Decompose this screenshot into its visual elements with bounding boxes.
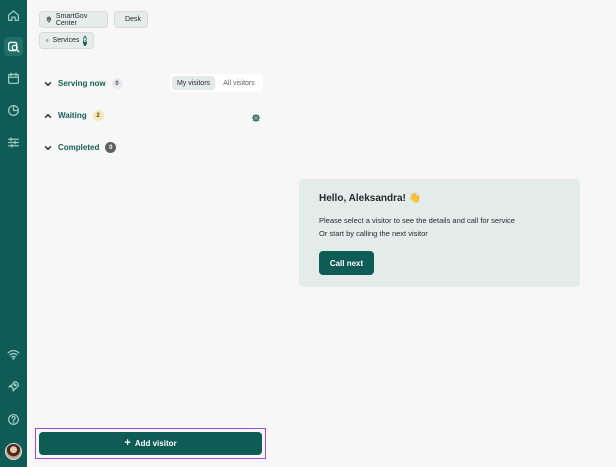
chevron-down-icon bbox=[44, 81, 52, 86]
welcome-card: Hello, Aleksandra! 👋 Please select a vis… bbox=[299, 179, 580, 287]
serving-now-label: Serving now bbox=[58, 79, 106, 88]
waiting-count: 2 bbox=[92, 110, 104, 121]
list-icon bbox=[46, 39, 49, 42]
add-visitor-button[interactable]: + Add visitor bbox=[39, 432, 262, 455]
settings-sliders-icon[interactable] bbox=[4, 133, 23, 152]
instruction-line-1: Please select a visitor to see the detai… bbox=[319, 216, 515, 225]
completed-label: Completed bbox=[58, 143, 100, 152]
all-visitors-option[interactable]: All visitors bbox=[217, 76, 261, 90]
waiting-label: Waiting bbox=[58, 111, 87, 120]
desk-chip[interactable]: Desk bbox=[114, 11, 148, 28]
my-visitors-option[interactable]: My visitors bbox=[172, 76, 215, 90]
greeting-heading: Hello, Aleksandra! 👋 bbox=[319, 193, 421, 204]
greeting-text: Hello, Aleksandra! bbox=[319, 193, 406, 204]
services-chip[interactable]: Services 6 bbox=[39, 32, 94, 49]
waving-hand-icon: 👋 bbox=[408, 193, 422, 204]
serving-now-section[interactable]: Serving now 0 bbox=[44, 78, 123, 89]
gear-icon[interactable] bbox=[251, 110, 261, 123]
location-label: SmartGov Center bbox=[55, 12, 88, 27]
sidebar bbox=[0, 0, 27, 467]
call-next-button[interactable]: Call next bbox=[319, 251, 374, 275]
chevron-down-icon bbox=[44, 145, 52, 150]
add-visitor-focus-outline: + Add visitor bbox=[35, 428, 266, 459]
plus-icon: + bbox=[124, 437, 131, 449]
rocket-icon[interactable] bbox=[4, 377, 23, 396]
chevron-up-icon bbox=[44, 113, 52, 118]
statistics-icon[interactable] bbox=[4, 101, 23, 120]
location-pin-icon bbox=[46, 16, 52, 23]
waiting-section[interactable]: Waiting 2 bbox=[44, 110, 104, 121]
help-icon[interactable] bbox=[4, 410, 23, 429]
calendar-icon[interactable] bbox=[4, 69, 23, 88]
avatar[interactable] bbox=[5, 443, 22, 460]
home-icon[interactable] bbox=[4, 6, 23, 25]
desk-label: Desk bbox=[125, 16, 141, 23]
search-visitors-icon[interactable] bbox=[4, 37, 23, 56]
services-count-badge: 6 bbox=[83, 35, 87, 46]
completed-count: 0 bbox=[105, 142, 117, 153]
add-visitor-label: Add visitor bbox=[134, 439, 177, 448]
completed-section[interactable]: Completed 0 bbox=[44, 142, 117, 153]
serving-now-count: 0 bbox=[111, 78, 123, 89]
location-chip[interactable]: SmartGov Center bbox=[39, 11, 108, 28]
services-label: Services bbox=[52, 37, 80, 44]
visitor-filter-toggle: My visitors All visitors bbox=[170, 74, 263, 92]
wifi-icon bbox=[4, 345, 23, 364]
instruction-line-2: Or start by calling the next visitor bbox=[319, 229, 428, 238]
